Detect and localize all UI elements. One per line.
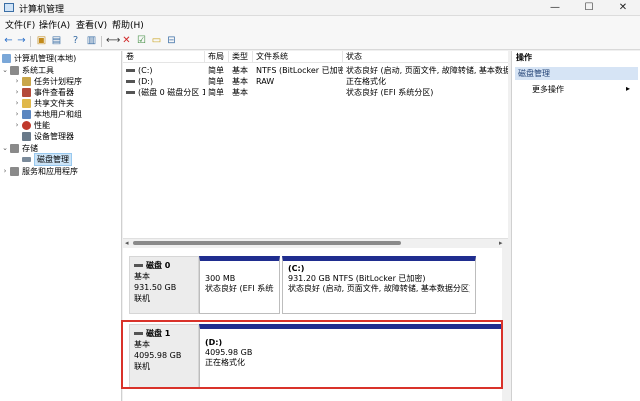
menu-help[interactable]: 帮助(H) xyxy=(112,18,144,31)
vertical-scrollbar[interactable] xyxy=(502,248,508,401)
back-arrow-icon[interactable]: ← xyxy=(3,35,14,46)
folder-icon[interactable]: ▭ xyxy=(151,35,162,46)
volume-list: 卷 布局 类型 文件系统 状态 (C:) 简单 基本 NTFS (BitLock… xyxy=(123,51,508,238)
column-status[interactable]: 状态 xyxy=(343,51,508,63)
actions-section-disk-management[interactable]: 磁盘管理 xyxy=(515,67,638,80)
delete-icon[interactable]: ✕ xyxy=(121,35,132,46)
table-row[interactable]: (D:) 简单 基本 RAW 正在格式化 xyxy=(123,76,508,87)
disk-1-info[interactable]: 磁盘 1 基本 4095.98 GB 联机 xyxy=(129,324,199,388)
column-volume[interactable]: 卷 xyxy=(123,51,205,63)
clock-icon xyxy=(22,77,31,86)
menu-action[interactable]: 操作(A) xyxy=(39,18,70,31)
check-icon[interactable]: ☑ xyxy=(136,35,147,46)
toolbar-separator xyxy=(101,36,102,47)
expand-chevron-icon[interactable]: › xyxy=(14,120,20,131)
show-console-tree-icon[interactable]: ▤ xyxy=(51,35,62,46)
collapse-chevron-icon[interactable]: ⌄ xyxy=(2,65,8,76)
expand-chevron-icon[interactable]: › xyxy=(14,109,20,120)
collapse-chevron-icon[interactable]: ⌄ xyxy=(2,143,8,154)
window-title: 计算机管理 xyxy=(19,5,65,15)
toolbar-separator xyxy=(30,36,31,47)
minimize-button[interactable]: — xyxy=(538,0,572,16)
expand-chevron-icon[interactable]: › xyxy=(2,166,8,177)
horizontal-scrollbar[interactable]: ◂ ▸ xyxy=(123,238,508,247)
column-layout[interactable]: 布局 xyxy=(205,51,229,63)
partition-c[interactable]: (C:) 931.20 GB NTFS (BitLocker 已加密) 状态良好… xyxy=(282,256,476,314)
storage-icon xyxy=(10,144,19,153)
disk-icon xyxy=(134,264,143,267)
menu-view[interactable]: 查看(V) xyxy=(76,18,107,31)
forward-arrow-icon[interactable]: → xyxy=(16,35,27,46)
performance-icon xyxy=(22,121,31,130)
table-row[interactable]: (C:) 简单 基本 NTFS (BitLocker 已加密) 状态良好 (启动… xyxy=(123,65,508,76)
expand-chevron-icon[interactable]: › xyxy=(14,76,20,87)
table-row[interactable]: (磁盘 0 磁盘分区 1) 简单 基本 状态良好 (EFI 系统分区) xyxy=(123,87,508,98)
partition-efi[interactable]: 300 MB 状态良好 (EFI 系统分 xyxy=(199,256,280,314)
menu-bar: 文件(F) 操作(A) 查看(V) 帮助(H) xyxy=(0,16,640,32)
computer-icon xyxy=(2,54,11,63)
tools-icon xyxy=(10,66,19,75)
properties-icon[interactable]: ⊟ xyxy=(166,35,177,46)
title-bar: 计算机管理 — ☐ ✕ xyxy=(0,0,640,16)
menu-file[interactable]: 文件(F) xyxy=(5,18,35,31)
device-manager-icon xyxy=(22,132,31,141)
volume-icon xyxy=(126,69,135,72)
expand-chevron-icon[interactable]: › xyxy=(14,87,20,98)
more-actions-link[interactable]: 更多操作 xyxy=(532,84,564,95)
volume-list-header: 卷 布局 类型 文件系统 状态 xyxy=(123,51,508,63)
actions-header: 操作 xyxy=(512,51,640,65)
disk-0-info[interactable]: 磁盘 0 基本 931.50 GB 联机 xyxy=(129,256,199,314)
column-type[interactable]: 类型 xyxy=(229,51,253,63)
column-filesystem[interactable]: 文件系统 xyxy=(253,51,343,63)
disk-icon xyxy=(22,157,31,162)
help-icon[interactable]: ? xyxy=(70,35,81,46)
volume-icon xyxy=(126,80,135,83)
volume-icon xyxy=(126,91,135,94)
console-tree: 计算机管理(本地) ⌄ 系统工具 › 任务计划程序 › 事件查看器 › 共享文件… xyxy=(0,51,122,401)
shared-folder-icon xyxy=(22,99,31,108)
toolbar: ← → ▣ ▤ ? ▥ ⟷ ✕ ☑ ▭ ⊟ xyxy=(0,32,640,50)
services-icon xyxy=(10,167,19,176)
maximize-button[interactable]: ☐ xyxy=(572,0,606,16)
expand-chevron-icon[interactable]: › xyxy=(14,98,20,109)
users-icon xyxy=(22,110,31,119)
scroll-left-icon[interactable]: ◂ xyxy=(125,239,129,248)
up-level-icon[interactable]: ▣ xyxy=(36,35,47,46)
scroll-right-icon[interactable]: ▸ xyxy=(499,239,503,248)
event-log-icon xyxy=(22,88,31,97)
actions-pane: 操作 磁盘管理 更多操作 ▸ xyxy=(511,51,640,401)
properties-pane-icon[interactable]: ▥ xyxy=(86,35,97,46)
partition-d[interactable]: (D:) 4095.98 GB 正在格式化 xyxy=(199,324,505,388)
computer-management-icon xyxy=(4,3,14,12)
connect-icon[interactable]: ⟷ xyxy=(106,35,120,46)
close-button[interactable]: ✕ xyxy=(606,0,640,16)
disk-icon xyxy=(134,332,143,335)
disk-graphical-view: 磁盘 0 基本 931.50 GB 联机 300 MB 状态良好 (EFI 系统… xyxy=(123,248,508,401)
chevron-right-icon[interactable]: ▸ xyxy=(626,84,630,93)
scrollbar-thumb[interactable] xyxy=(133,241,401,245)
